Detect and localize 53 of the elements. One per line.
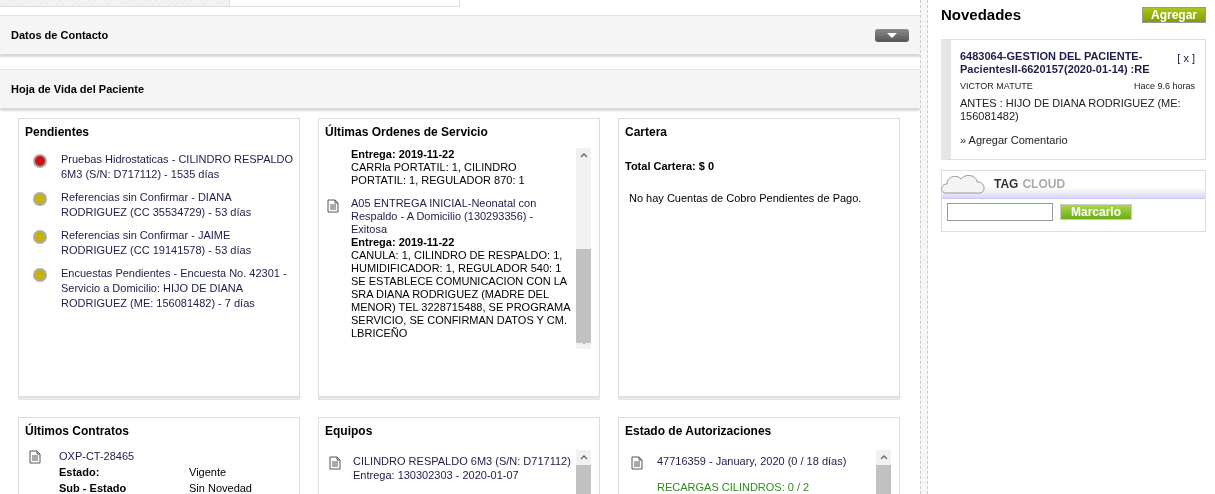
field-value: Sin Novedad	[189, 481, 252, 494]
contract-code: OXP-CT-28465	[59, 449, 136, 464]
splitter-bar[interactable]	[920, 0, 928, 494]
order-detail: CANULA: 1, CILINDRO DE RESPALDO: 1, HUMIDIFICADOR: 1, REGULADOR 540: 1	[351, 249, 564, 275]
order-title: A05 ENTREGA INICIAL-Neonatal con Respaldo - A Domicilio (130293356) - Exitosa	[351, 197, 538, 236]
field-label: Estado:	[59, 465, 101, 480]
pending-item-text: Pruebas Hidrostaticas - CILINDRO RESPALDO 6M3 (S/N: D717112) - 1535 días	[61, 152, 295, 182]
section-header[interactable]: Datos de Contacto	[0, 15, 920, 54]
cartera-total: Total Cartera: $ 0	[625, 159, 716, 174]
order-delivery-date: Entrega: 2019-11-22	[351, 148, 456, 161]
section-header[interactable]: Hoja de Vida del Paciente	[0, 69, 920, 108]
tag-cloud-title: CLOUD	[1022, 176, 1066, 193]
authorization-name: 47716359 - January, 2020 (0 / 18 días)	[657, 454, 847, 468]
pending-item-text: Referencias sin Confirmar - JAIME RODRIGUEZ (CC 19141578) - 53 días	[61, 228, 253, 258]
document-icon	[327, 199, 339, 213]
card-title: Últimos Contratos	[25, 422, 129, 440]
expand-button[interactable]	[875, 28, 909, 42]
equipment-name: CILINDRO RESPALDO 6M3 (S/N: D717112)	[353, 454, 571, 468]
cartera-message: No hay Cuentas de Cobro Pendientes de Pago.	[628, 190, 863, 206]
news-item-title: 6483064-GESTION DEL PACIENTE-PacientesII-6620157(2020-01-14) :RE	[960, 49, 1151, 76]
tag-cloud-title: TAG	[994, 176, 1019, 193]
scroll-thumb[interactable]	[576, 248, 591, 343]
card-title: Cartera	[625, 124, 668, 141]
authorization-status: RECARGAS CILINDROS: 0 / 2	[657, 480, 811, 494]
scroll-up-icon[interactable]	[879, 455, 888, 460]
tag-input-field[interactable]	[947, 202, 1053, 221]
section-title: Datos de Contacto	[11, 27, 109, 43]
close-button[interactable]: [ x ]	[1177, 49, 1195, 66]
news-author: VICTOR MATUTE	[960, 79, 1033, 93]
pending-item-text: Referencias sin Confirmar - DIANA RODRIGUEZ (CC 35534729) - 53 días	[61, 190, 253, 220]
section-title: Hoja de Vida del Paciente	[11, 81, 145, 97]
card-title: Estado de Autorizaciones	[625, 423, 772, 440]
equipment-delivery: Entrega: 130302303 - 2020-01-07	[353, 468, 520, 482]
order-delivery-date: Entrega: 2019-11-22	[351, 236, 456, 249]
document-icon	[29, 450, 41, 464]
card-title: Últimas Ordenes de Servicio	[325, 123, 488, 141]
scroll-up-icon[interactable]	[579, 153, 588, 158]
caret-icon	[887, 32, 897, 38]
order-detail: CARRla PORTATIL: 1, CILINDRO PORTATIL: 1, REGULADOR 870: 1	[351, 161, 526, 187]
card-title: Pendientes	[25, 124, 90, 141]
document-icon	[631, 456, 643, 470]
order-detail: SE ESTABLECE COMUNICACION CON LA SRA DIANA RODRIGUEZ (MADRE DEL MENOR) TEL 3228715488, SE PROGRAMA SERVICIO, SE CONFIRMAN DATOS Y CM. LBRICEÑO	[351, 275, 570, 340]
pending-item-text: Encuestas Pendientes - Encuesta No. 42301 - Servicio a Domicilio: HIJO DE DIANA RODRIGUEZ (ME: 156081482) - 7 días	[61, 266, 288, 311]
news-title: Novedades	[941, 5, 1022, 25]
scrollbar[interactable]	[576, 148, 591, 349]
field-label: Sub - Estado	[59, 481, 128, 494]
news-body: ANTES : HIJO DE DIANA RODRIGUEZ (ME: 156081482)	[960, 97, 1182, 123]
document-icon	[329, 456, 341, 470]
scroll-up-icon[interactable]	[579, 455, 588, 460]
field-value: Vigente	[189, 465, 227, 480]
news-time: Hace 9.6 horas	[1133, 79, 1195, 93]
add-comment-link[interactable]: » Agregar Comentario	[960, 132, 1195, 149]
card-title: Equipos	[325, 423, 373, 440]
